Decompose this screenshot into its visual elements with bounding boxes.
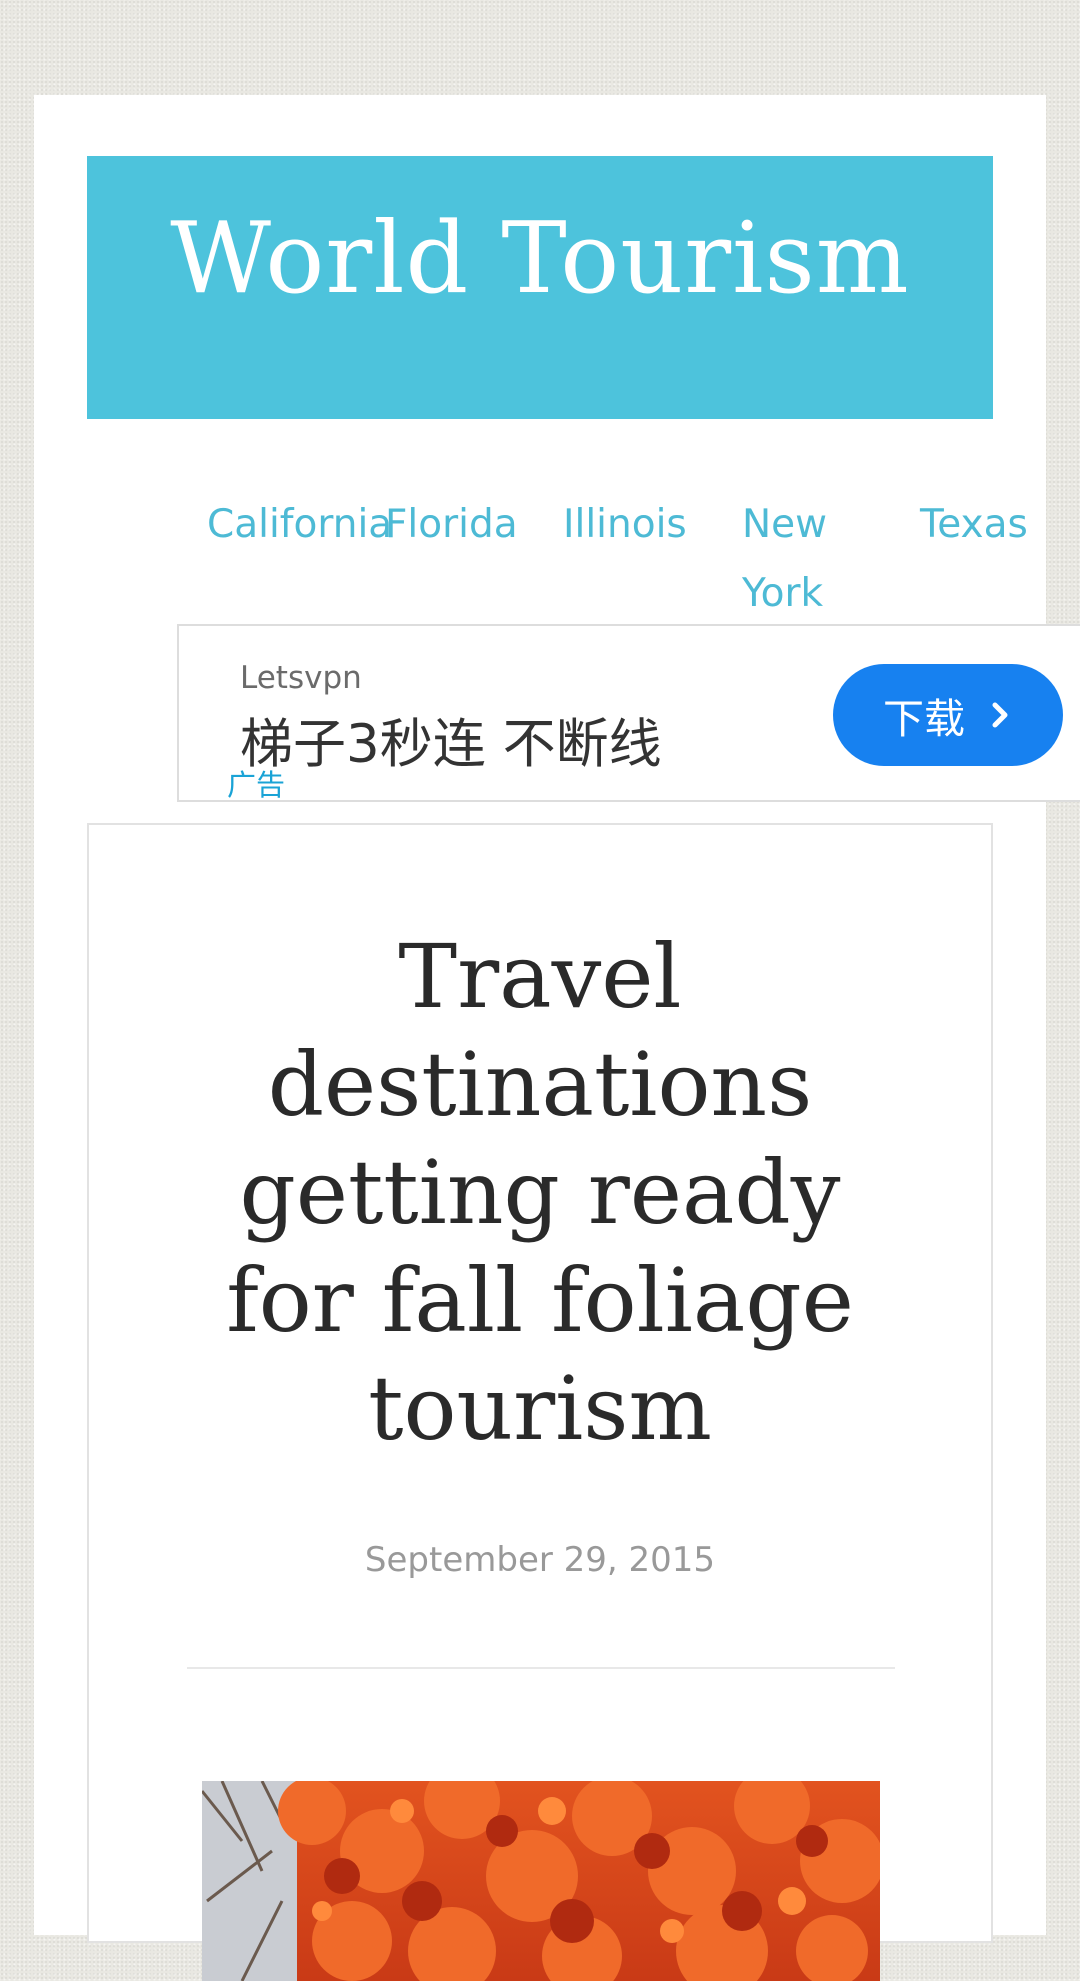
featured-image-autumn-tree[interactable] [202, 1781, 880, 1981]
chevron-right-icon [992, 702, 1008, 728]
ad-banner[interactable]: Letsvpn 梯子3秒连 不断线 广告 下载 [177, 624, 1080, 802]
ad-label: 广告 [227, 768, 286, 802]
nav-item-california[interactable]: California [207, 490, 392, 559]
nav-item-florida[interactable]: Florida [385, 490, 518, 559]
nav-item-texas[interactable]: Texas [920, 490, 1028, 559]
autumn-tree-photo [202, 1781, 880, 1981]
site-title[interactable]: World Tourism [170, 205, 909, 314]
site-header-banner: World Tourism [87, 156, 993, 419]
article-card: Travel destinations getting ready for fa… [87, 823, 993, 1981]
article-divider [187, 1667, 895, 1669]
ad-download-button[interactable]: 下载 [833, 664, 1063, 766]
ad-download-button-label: 下载 [883, 695, 965, 743]
article-date: September 29, 2015 [364, 1540, 716, 1580]
article-title[interactable]: Travel destinations getting ready for fa… [180, 923, 900, 1463]
ad-headline[interactable]: 梯子3秒连 不断线 [240, 702, 662, 778]
ad-advertiser-name: Letsvpn [240, 660, 362, 696]
nav-item-new-york[interactable]: New York [742, 490, 852, 628]
nav-item-illinois[interactable]: Illinois [563, 490, 687, 559]
